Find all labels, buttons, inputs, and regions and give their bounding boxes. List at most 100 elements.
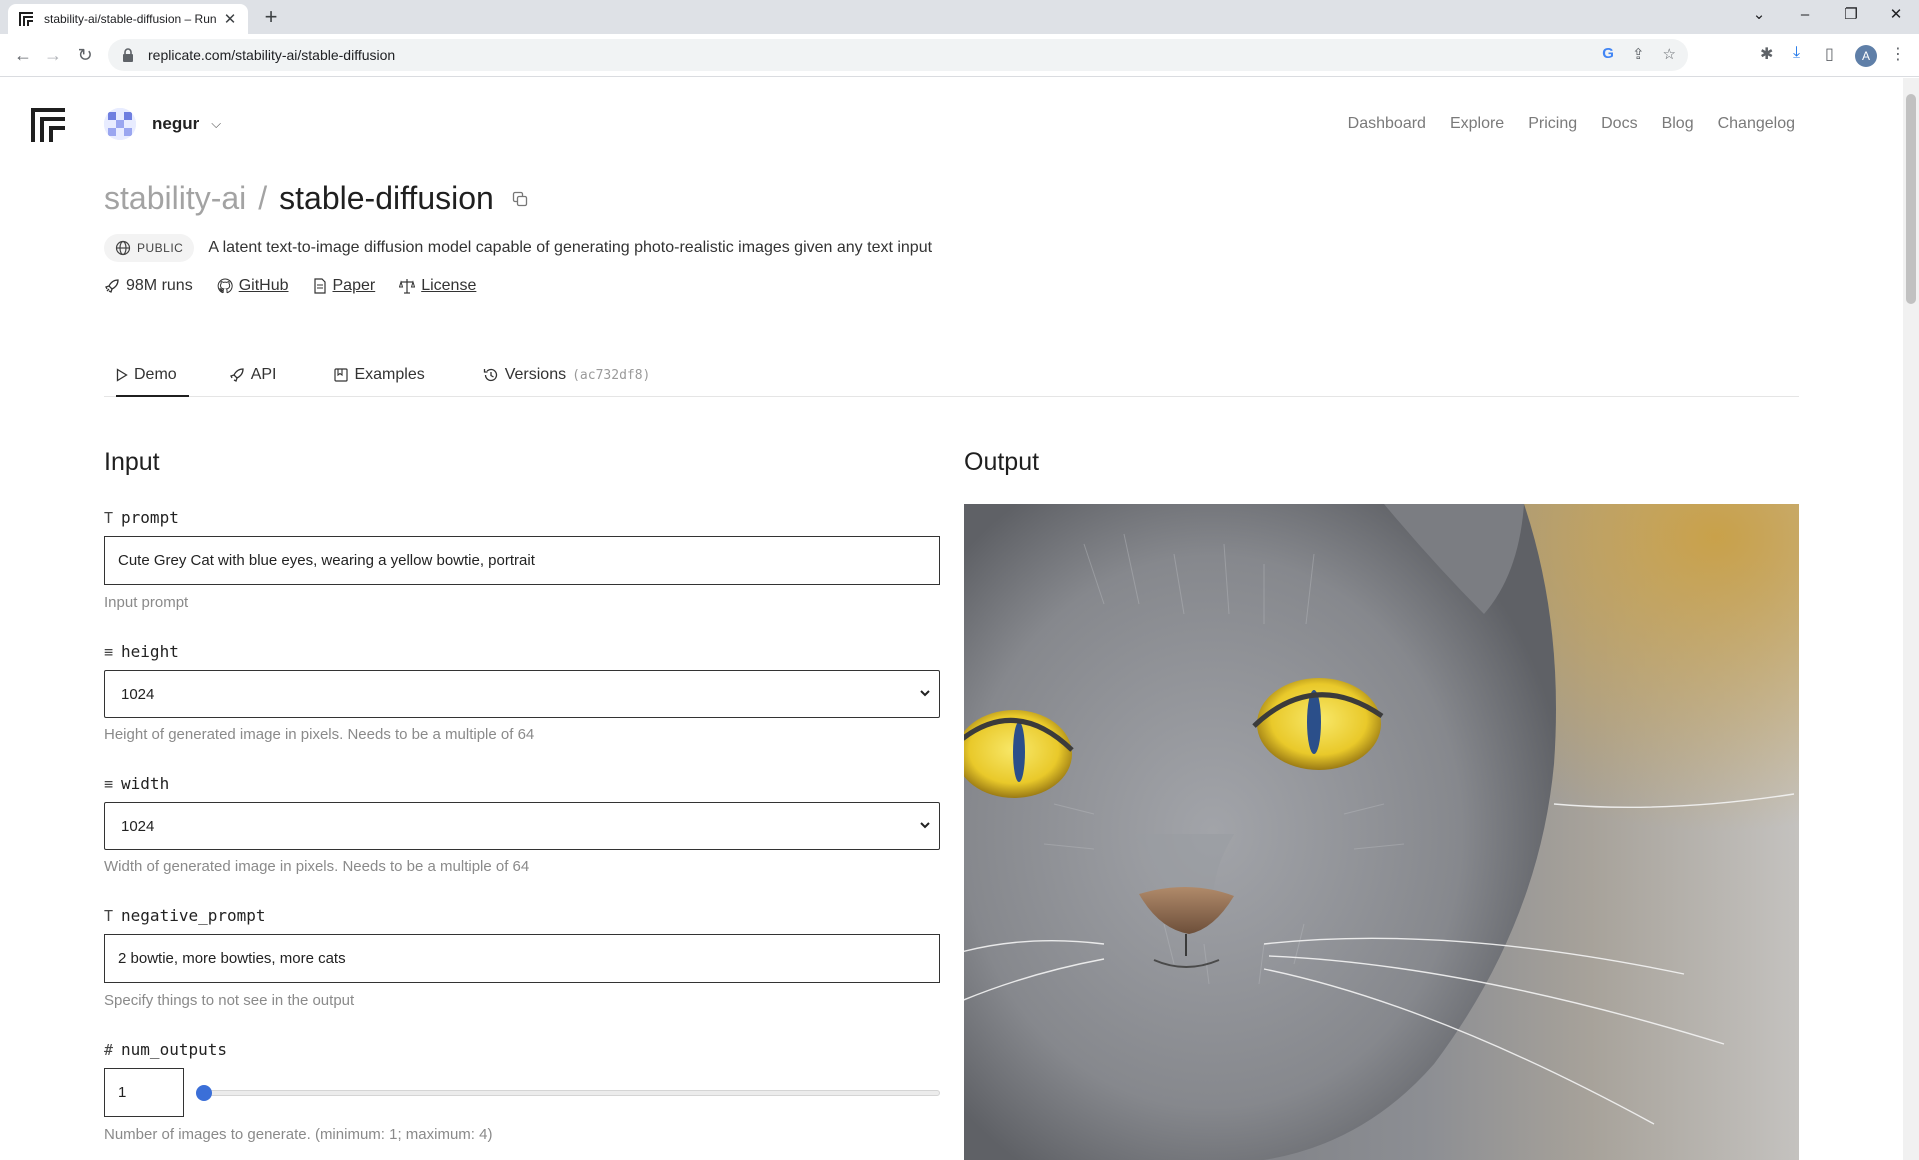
back-icon[interactable]: ← <box>8 40 38 70</box>
version-hash: (ac732df8) <box>572 367 651 383</box>
close-tab-icon[interactable]: ✕ <box>222 10 238 28</box>
github-link-text: GitHub <box>238 277 289 294</box>
input-heading: Input <box>104 448 160 476</box>
tab-demo-label: Demo <box>134 366 177 383</box>
width-value: 1024 <box>121 817 155 835</box>
share-icon[interactable]: ⇪ <box>1632 45 1645 63</box>
scrollbar-thumb[interactable] <box>1906 94 1916 304</box>
prompt-hint: Input prompt <box>104 594 189 611</box>
license-link-text: License <box>421 277 477 294</box>
output-heading: Output <box>964 448 1040 476</box>
close-window-icon[interactable]: ✕ <box>1873 0 1919 30</box>
tab-search-icon[interactable]: ⌄ <box>1736 0 1782 30</box>
cat-portrait-image <box>964 504 1799 1160</box>
profile-avatar[interactable]: A <box>1855 45 1877 67</box>
url-text: replicate.com/stability-ai/stable-diffus… <box>148 47 396 63</box>
chevron-down-icon: ⌵ <box>211 116 222 131</box>
list-type-icon: ≡ <box>104 774 114 793</box>
username: negur <box>152 114 200 133</box>
rocket-icon <box>229 368 244 382</box>
bookmark-star-icon[interactable]: ☆ <box>1663 45 1676 63</box>
prompt-input[interactable]: Cute Grey Cat with blue eyes, wearing a … <box>104 536 940 585</box>
visibility-badge: PUBLIC <box>104 234 195 262</box>
negative-prompt-label: T negative_prompt <box>104 906 266 925</box>
width-select[interactable]: 1024 <box>104 802 940 850</box>
bookmark-icon <box>334 368 349 382</box>
nav-explore[interactable]: Explore <box>1450 115 1504 133</box>
tab-api-label: API <box>250 366 277 383</box>
google-lens-icon[interactable]: G <box>1602 45 1614 63</box>
top-nav: Dashboard Explore Pricing Docs Blog Chan… <box>1348 115 1795 133</box>
model-meta: 98M runs GitHub Paper License <box>104 277 476 295</box>
title-separator: / <box>258 180 268 216</box>
document-icon <box>313 278 326 294</box>
github-link[interactable]: GitHub <box>217 277 289 295</box>
chevron-down-icon <box>920 690 930 697</box>
num-outputs-input[interactable]: 1 <box>104 1068 184 1117</box>
prompt-label-text: prompt <box>121 508 179 527</box>
license-link[interactable]: License <box>399 277 476 295</box>
height-select[interactable]: 1024 <box>104 670 940 718</box>
restore-icon[interactable]: ❐ <box>1828 0 1874 30</box>
slider-track[interactable] <box>196 1090 940 1096</box>
page-title: stability-ai / stable-diffusion <box>104 180 528 217</box>
extensions-icon[interactable]: ✱ <box>1760 44 1773 64</box>
num-outputs-label: # num_outputs <box>104 1040 227 1059</box>
browser-toolbar: ← → ↻ replicate.com/stability-ai/stable-… <box>0 34 1919 77</box>
run-count-text: 98M runs <box>126 277 193 294</box>
model-description: A latent text-to-image diffusion model c… <box>208 239 933 256</box>
negative-prompt-label-text: negative_prompt <box>121 906 266 925</box>
model-tabs: Demo API Examples Versions (ac732df8) <box>104 354 1799 397</box>
nav-pricing[interactable]: Pricing <box>1528 115 1577 133</box>
nav-docs[interactable]: Docs <box>1601 115 1637 133</box>
forward-icon[interactable]: → <box>38 40 68 70</box>
side-panel-icon[interactable]: ▯ <box>1825 44 1834 64</box>
minimize-icon[interactable]: – <box>1782 0 1828 30</box>
tab-examples[interactable]: Examples <box>334 354 425 396</box>
height-value: 1024 <box>121 685 155 703</box>
user-avatar <box>104 108 136 140</box>
page-scrollbar[interactable] <box>1903 78 1919 1160</box>
account-switcher[interactable]: negur ⌵ <box>104 108 221 140</box>
reload-icon[interactable]: ↻ <box>70 40 100 70</box>
nav-blog[interactable]: Blog <box>1662 115 1694 133</box>
download-icon[interactable]: ⤓ <box>1793 44 1800 62</box>
tab-examples-label: Examples <box>354 366 425 383</box>
chevron-down-icon <box>920 822 930 829</box>
rocket-icon <box>105 279 119 293</box>
tab-api[interactable]: API <box>229 354 277 396</box>
model-description-row: PUBLIC A latent text-to-image diffusion … <box>104 234 932 262</box>
num-outputs-label-text: num_outputs <box>121 1040 227 1059</box>
num-outputs-slider[interactable] <box>196 1085 940 1101</box>
negative-prompt-input[interactable]: 2 bowtie, more bowties, more cats <box>104 934 940 983</box>
address-bar[interactable]: replicate.com/stability-ai/stable-diffus… <box>108 39 1688 71</box>
slider-handle[interactable] <box>196 1085 212 1101</box>
model-name: stable-diffusion <box>279 180 494 216</box>
tab-versions[interactable]: Versions (ac732df8) <box>483 354 651 396</box>
new-tab-icon[interactable]: + <box>258 5 284 31</box>
width-label: ≡ width <box>104 774 169 793</box>
nav-dashboard[interactable]: Dashboard <box>1348 115 1426 133</box>
height-label-text: height <box>121 642 179 661</box>
chrome-menu-icon[interactable]: ⋮ <box>1890 44 1906 64</box>
replicate-logo-icon[interactable] <box>31 108 65 142</box>
browser-tab-title: stability-ai/stable-diffusion – Run <box>44 12 217 26</box>
play-icon <box>116 368 128 382</box>
browser-tab[interactable]: stability-ai/stable-diffusion – Run ✕ <box>8 4 248 34</box>
height-hint: Height of generated image in pixels. Nee… <box>104 726 535 743</box>
height-label: ≡ height <box>104 642 179 661</box>
num-outputs-hint: Number of images to generate. (minimum: … <box>104 1126 493 1143</box>
paper-link[interactable]: Paper <box>313 277 375 295</box>
model-owner[interactable]: stability-ai <box>104 180 246 217</box>
globe-icon <box>115 240 131 256</box>
run-count: 98M runs <box>104 277 193 295</box>
tab-demo[interactable]: Demo <box>116 354 189 397</box>
output-image[interactable] <box>964 504 1799 1160</box>
lock-icon <box>123 48 133 62</box>
text-type-icon: T <box>104 508 114 527</box>
nav-changelog[interactable]: Changelog <box>1718 115 1795 133</box>
history-icon <box>483 368 497 382</box>
width-label-text: width <box>121 774 170 793</box>
visibility-label: PUBLIC <box>137 241 184 255</box>
copy-icon[interactable] <box>512 191 528 207</box>
